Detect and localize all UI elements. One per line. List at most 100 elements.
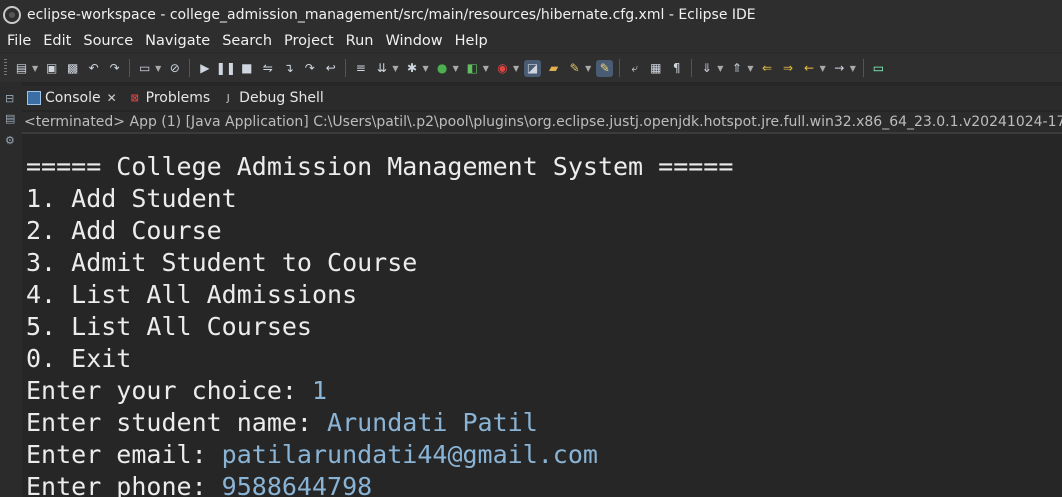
console-line: 0. Exit bbox=[26, 344, 132, 373]
highlight-dropdown-icon[interactable]: ▼ bbox=[585, 64, 591, 73]
highlight-icon[interactable]: ✎ bbox=[566, 60, 583, 77]
menu-edit[interactable]: Edit bbox=[37, 33, 77, 49]
undo-icon[interactable]: ↶ bbox=[85, 60, 102, 77]
save-all-icon[interactable]: ▩ bbox=[64, 60, 81, 77]
menu-help[interactable]: Help bbox=[449, 33, 494, 49]
console-line: 5. List All Courses bbox=[26, 312, 312, 341]
console-status: <terminated> App (1) [Java Application] … bbox=[22, 112, 1062, 132]
open-folder-icon[interactable]: ▰ bbox=[545, 60, 562, 77]
pin-editor-icon[interactable]: ▭ bbox=[870, 60, 887, 77]
last-edit-forward-icon[interactable]: ⇒ bbox=[780, 60, 797, 77]
step-over-icon[interactable]: ↷ bbox=[301, 60, 318, 77]
save-icon[interactable]: ▣ bbox=[43, 60, 60, 77]
console-icon bbox=[27, 91, 41, 105]
problems-icon: ⊠ bbox=[130, 92, 139, 104]
tab-label: Console bbox=[45, 90, 101, 106]
close-icon[interactable]: ✕ bbox=[107, 91, 117, 105]
console-line: Enter phone: 9588644798 bbox=[26, 471, 1062, 497]
window-title: eclipse-workspace - college_admission_ma… bbox=[27, 7, 756, 23]
tab-debug-shell[interactable]: J Debug Shell bbox=[216, 86, 330, 110]
menu-search[interactable]: Search bbox=[216, 33, 278, 49]
title-bar: eclipse-workspace - college_admission_ma… bbox=[0, 0, 1062, 30]
tab-console[interactable]: Console ✕ bbox=[22, 86, 123, 110]
stop-dropdown-icon[interactable]: ▼ bbox=[513, 64, 519, 73]
open-perspective-icon[interactable]: ◪ bbox=[524, 59, 542, 77]
left-trim-stack: ⊟ ▤ ⚙ bbox=[0, 82, 23, 497]
toggle-mark-icon[interactable]: ✎ bbox=[596, 59, 614, 77]
step-into-icon[interactable]: ↴ bbox=[280, 60, 297, 77]
back-icon[interactable]: ← bbox=[801, 60, 818, 77]
menu-bar: File Edit Source Navigate Search Project… bbox=[0, 30, 1062, 52]
terminal-dropdown-icon[interactable]: ▼ bbox=[155, 64, 161, 73]
toolbar-separator bbox=[619, 59, 621, 77]
disconnect-icon[interactable]: ⇋ bbox=[259, 60, 276, 77]
menu-window[interactable]: Window bbox=[379, 33, 448, 49]
last-edit-icon[interactable]: ⇐ bbox=[759, 60, 776, 77]
toolbar-separator bbox=[189, 59, 191, 77]
external-tools-icon[interactable]: ≡ bbox=[352, 60, 369, 77]
console-line: 3. Admit Student to Course bbox=[26, 248, 418, 277]
toolbar-separator bbox=[691, 59, 693, 77]
eclipse-logo-icon bbox=[3, 6, 21, 24]
restore-icon[interactable]: ⊟ bbox=[5, 92, 14, 105]
tab-problems[interactable]: ⊠ Problems bbox=[123, 86, 217, 110]
menu-project[interactable]: Project bbox=[278, 33, 340, 49]
block-select-icon[interactable]: ▦ bbox=[647, 60, 664, 77]
new-dropdown-icon[interactable]: ▼ bbox=[32, 64, 38, 73]
console-line: Enter email: patilarundati44@gmail.com bbox=[26, 440, 598, 469]
coverage-icon[interactable]: ◧ bbox=[464, 60, 481, 77]
package-explorer-icon[interactable]: ▤ bbox=[5, 112, 15, 125]
toolbar-separator bbox=[862, 59, 864, 77]
prev-annotation-icon[interactable]: ⇑ bbox=[728, 60, 745, 77]
debug-dropdown-icon[interactable]: ▼ bbox=[422, 64, 428, 73]
console-output[interactable]: ===== College Admission Management Syste… bbox=[22, 134, 1062, 497]
resume-icon[interactable]: ▶ bbox=[196, 60, 213, 77]
menu-run[interactable]: Run bbox=[340, 33, 380, 49]
user-input: 1 bbox=[311, 376, 328, 405]
forward-icon[interactable]: → bbox=[831, 60, 848, 77]
prev-annotation-dropdown-icon[interactable]: ▼ bbox=[747, 64, 753, 73]
user-input: patilarundati44@gmail.com bbox=[221, 440, 598, 469]
tab-label: Problems bbox=[145, 90, 211, 106]
suspend-icon[interactable]: ❚❚ bbox=[216, 60, 236, 77]
step-return-icon[interactable]: ↩ bbox=[322, 60, 339, 77]
toolbar-separator bbox=[129, 59, 131, 77]
skip-breakpoints-icon[interactable]: ⊘ bbox=[166, 60, 183, 77]
next-annotation-icon[interactable]: ⇓ bbox=[698, 60, 715, 77]
console-view: Console ✕ ⊠ Problems J Debug Shell <term… bbox=[22, 82, 1062, 497]
back-dropdown-icon[interactable]: ▼ bbox=[820, 64, 826, 73]
menu-file[interactable]: File bbox=[0, 33, 37, 49]
redo-icon[interactable]: ↷ bbox=[106, 60, 123, 77]
toolbar-separator bbox=[345, 59, 347, 77]
user-input: Arundati Patil bbox=[327, 408, 538, 437]
user-input: 9588644798 bbox=[221, 472, 373, 497]
coverage-dropdown-icon[interactable]: ▼ bbox=[483, 64, 489, 73]
tab-label: Debug Shell bbox=[239, 90, 324, 106]
run-dropdown-icon[interactable]: ▼ bbox=[453, 64, 459, 73]
run-icon[interactable]: ● bbox=[434, 60, 451, 77]
console-line: 1. Add Student bbox=[26, 184, 237, 213]
show-whitespace-icon[interactable]: ¶ bbox=[668, 60, 685, 77]
new-icon[interactable]: ▤ bbox=[13, 60, 30, 77]
console-line: Enter your choice: 1 bbox=[26, 376, 328, 405]
menu-source[interactable]: Source bbox=[77, 33, 139, 49]
view-tab-bar: Console ✕ ⊠ Problems J Debug Shell bbox=[22, 86, 1062, 110]
hierarchy-icon[interactable]: ⚙ bbox=[5, 134, 15, 147]
debug-icon[interactable]: ✱ bbox=[403, 60, 420, 77]
console-line: ===== College Admission Management Syste… bbox=[26, 152, 734, 181]
main-toolbar: ▤ ▼ ▣ ▩ ↶ ↷ ▭ ▼ ⊘ ▶ ❚❚ ■ ⇋ ↴ ↷ ↩ ≡ ⇊ ▼ ✱ ▼ ●… bbox=[0, 54, 1062, 83]
toolbar-grip[interactable] bbox=[4, 59, 7, 77]
console-line: Enter student name: Arundati Patil bbox=[26, 408, 538, 437]
debug-shell-icon: J bbox=[226, 92, 230, 104]
console-line: 4. List All Admissions bbox=[26, 280, 358, 309]
word-wrap-icon[interactable]: ⤶ bbox=[626, 60, 643, 77]
console-line: 2. Add Course bbox=[26, 216, 222, 245]
build-dropdown-icon[interactable]: ▼ bbox=[392, 64, 398, 73]
stop-icon[interactable]: ◉ bbox=[494, 60, 511, 77]
terminate-icon[interactable]: ■ bbox=[238, 60, 255, 77]
terminal-icon[interactable]: ▭ bbox=[136, 60, 153, 77]
menu-navigate[interactable]: Navigate bbox=[139, 33, 216, 49]
next-annotation-dropdown-icon[interactable]: ▼ bbox=[717, 64, 723, 73]
build-icon[interactable]: ⇊ bbox=[373, 60, 390, 77]
forward-dropdown-icon[interactable]: ▼ bbox=[850, 64, 856, 73]
